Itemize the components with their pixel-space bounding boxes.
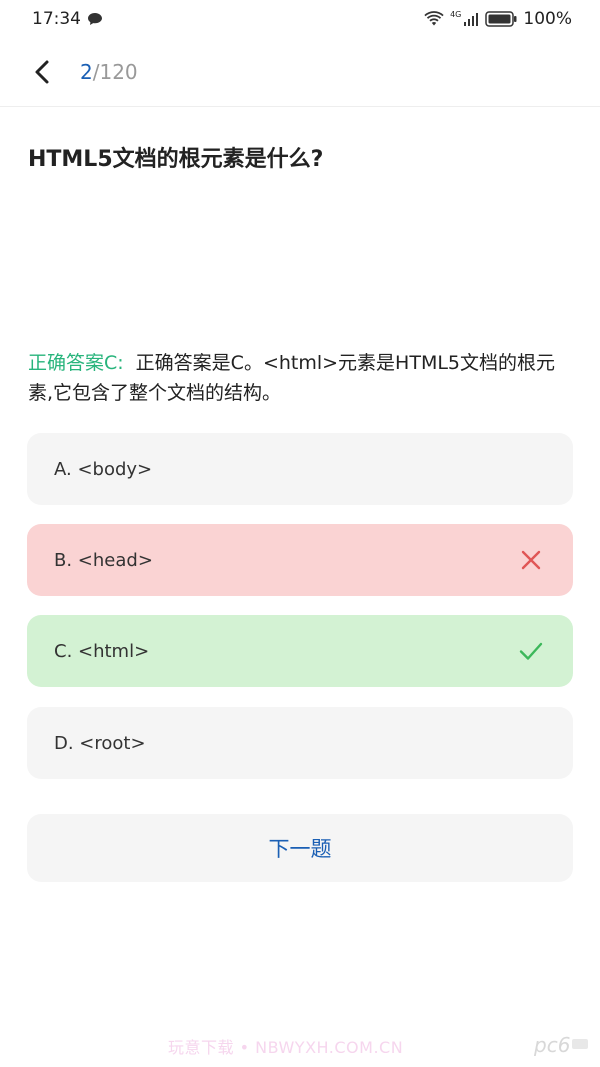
logo-text: pc6 [533,1033,570,1057]
network-label: 4G [450,9,462,19]
question-progress: 2/120 [80,60,138,84]
wifi-icon [424,11,444,27]
status-right: 4G 100% [424,9,572,29]
watermark-text: 玩意下载 • NBWYXH.COM.CN [168,1038,404,1057]
correct-answer-label: 正确答案C: [28,352,124,374]
option-d[interactable]: D. <root> [27,707,573,779]
next-question-button[interactable]: 下一题 [27,814,573,882]
option-label: C. <html> [54,640,150,662]
top-bar: 2/120 [0,40,600,107]
option-c[interactable]: C. <html> [27,615,573,687]
option-a[interactable]: A. <body> [27,433,573,505]
option-label: D. <root> [54,732,146,754]
battery-icon [485,11,517,27]
progress-total: /120 [92,60,138,84]
check-icon [519,642,543,660]
message-icon [87,12,103,26]
option-label: B. <head> [54,549,153,571]
status-bar: 17:34 4G 100% [0,0,600,40]
close-icon [521,550,541,570]
pc6-logo: pc6 [533,1033,588,1057]
signal-icon [463,12,479,26]
option-label: A. <body> [54,458,153,480]
question-text: HTML5文档的根元素是什么? [28,147,324,172]
battery-level: 100% [523,9,572,29]
progress-current: 2 [80,60,93,84]
status-left: 17:34 [32,9,103,29]
chevron-left-icon [35,60,49,84]
status-time: 17:34 [32,9,81,29]
option-b[interactable]: B. <head> [27,524,573,596]
back-button[interactable] [24,54,60,90]
answer-explanation: 正确答案C: 正确答案是C。<html>元素是HTML5文档的根元素,它包含了整个… [28,348,576,408]
